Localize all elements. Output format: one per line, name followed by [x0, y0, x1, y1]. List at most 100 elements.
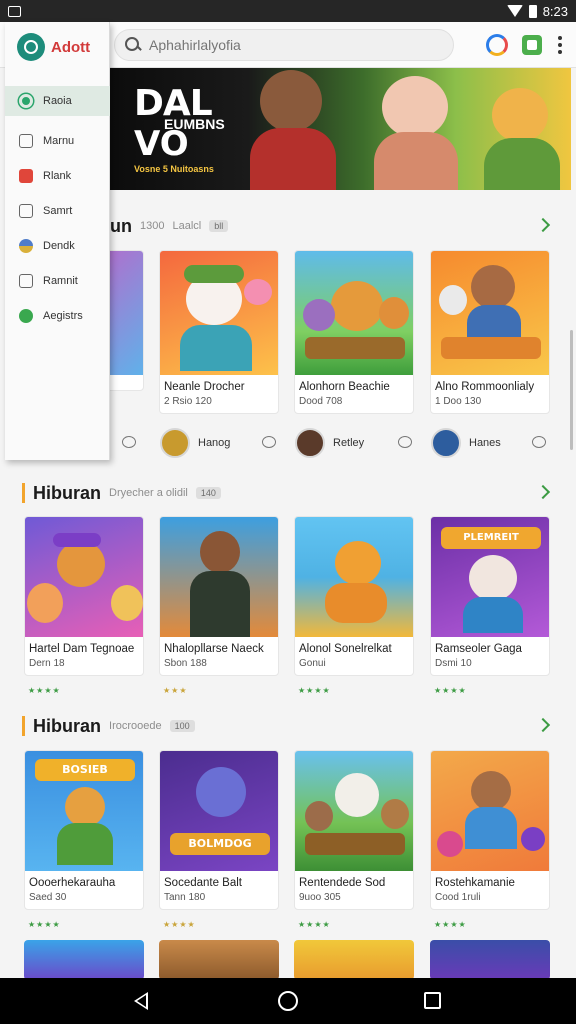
search-input[interactable]: [149, 37, 429, 53]
drawer-item-calendar[interactable]: Ramnit: [5, 266, 110, 296]
game-card[interactable]: [430, 940, 550, 980]
recent-apps-icon[interactable]: [424, 992, 441, 1009]
account-swirl-icon[interactable]: [486, 34, 508, 56]
scrollbar[interactable]: [570, 330, 573, 450]
drawer-item-label: Marnu: [43, 135, 75, 147]
drawer-item-label: Ramnit: [43, 275, 78, 287]
search-bar[interactable]: [114, 29, 454, 61]
home-button-icon[interactable]: [278, 991, 298, 1011]
drawer-item-explore[interactable]: Dendk: [5, 231, 110, 261]
bell-icon: [19, 134, 33, 148]
game-title: Alonhorn Beachie: [299, 381, 390, 393]
game-card[interactable]: Neanle Drocher 2 Rsio 120: [159, 250, 279, 414]
banner-character-dog: [492, 88, 548, 142]
game-title: Alonol Sonelrelkat: [299, 643, 392, 655]
section-accent-bar: [22, 483, 25, 503]
section-meta: 1300: [140, 220, 165, 232]
game-title: Alno Rommoonlialy: [435, 381, 535, 393]
drawer-item-label: Samrt: [43, 205, 73, 217]
globe-icon: [19, 239, 33, 253]
banner-character-boy-body: [250, 128, 336, 190]
banner-character-dog-body: [484, 138, 560, 190]
game-thumbnail: BOSIEB: [25, 751, 143, 871]
game-title: Oooerhekarauha: [29, 877, 116, 889]
game-card[interactable]: Hartel Dam Tegnoae Dern 18: [24, 516, 144, 676]
game-card[interactable]: Alonhorn Beachie Dood 708: [294, 250, 414, 414]
system-navigation-bar: [0, 978, 576, 1024]
gift-icon: [19, 169, 33, 183]
creator-name: Hanog: [198, 437, 231, 449]
game-subtitle: Saed 30: [29, 892, 67, 903]
back-icon[interactable]: [134, 992, 148, 1010]
home-icon: [19, 94, 33, 108]
banner-character-bear: [382, 76, 448, 138]
game-card[interactable]: Rentendede Sod 9uoo 305: [294, 750, 414, 910]
more-options-icon[interactable]: [556, 36, 564, 54]
app-brand: Adott: [51, 38, 91, 56]
drawer-item-rewards[interactable]: Rlank: [5, 161, 110, 191]
section-title: un: [110, 215, 132, 236]
game-title: Neanle Drocher: [164, 381, 245, 393]
game-subtitle: Dsmi 10: [435, 658, 472, 669]
drawer-item-watch[interactable]: Samrt: [5, 196, 110, 226]
section-more-arrow-icon[interactable]: [535, 217, 551, 233]
drawer-item-label: Aegistrs: [43, 310, 83, 322]
creator-name: Hanes: [469, 437, 501, 449]
game-subtitle: 1 Doo 130: [435, 396, 482, 407]
game-card[interactable]: Alno Rommoonlialy 1 Doo 130: [430, 250, 550, 414]
game-card[interactable]: Alonol Sonelrelkat Gonui: [294, 516, 414, 676]
game-subtitle: Dern 18: [29, 658, 65, 669]
game-subtitle: Cood 1ruli: [435, 892, 481, 903]
banner-tagline: Vosne 5 Nuitoasns: [134, 164, 214, 174]
section-more-arrow-icon[interactable]: [535, 484, 551, 500]
chat-bubble-icon[interactable]: [262, 436, 276, 448]
rating-stars: ★★★★: [434, 686, 467, 695]
section-more-arrow-icon[interactable]: [535, 717, 551, 733]
chat-bubble-icon[interactable]: [122, 436, 136, 448]
game-card[interactable]: BOSIEB Oooerhekarauha Saed 30: [24, 750, 144, 910]
avatar: [431, 428, 461, 458]
rating-stars: ★★★★: [163, 920, 196, 929]
chat-bubble-icon[interactable]: [398, 436, 412, 448]
game-thumbnail: [430, 940, 550, 980]
game-thumbnail: [295, 251, 413, 375]
creator[interactable]: Hanog: [160, 428, 230, 458]
game-title: Nhalopllarse Naeck: [164, 643, 264, 655]
calendar-icon: [19, 274, 33, 288]
game-card[interactable]: Rostehkamanie Cood 1ruli: [430, 750, 550, 910]
game-subtitle: Sbon 188: [164, 658, 207, 669]
rating-stars: ★★★★: [434, 920, 467, 929]
game-card[interactable]: BOLMDOG Socedante Balt Tann 180: [159, 750, 279, 910]
game-thumbnail: [431, 751, 549, 871]
game-title: Hartel Dam Tegnoae: [29, 643, 135, 655]
screen: 8:23 DAL EUMBNS VO Vosne 5 Nuitoasns un …: [0, 0, 576, 1024]
drawer-item-notifications[interactable]: Marnu: [5, 126, 110, 156]
game-card[interactable]: Nhalopllarse Naeck Sbon 188: [159, 516, 279, 676]
game-thumbnail: [160, 251, 278, 375]
game-subtitle: 2 Rsio 120: [164, 396, 212, 407]
avatar: [160, 428, 190, 458]
game-card[interactable]: [24, 940, 144, 980]
drawer-item-home[interactable]: Raoia: [5, 86, 110, 116]
game-card[interactable]: PLEMREIT Ramseoler Gaga Dsmi 10: [430, 516, 550, 676]
hero-banner[interactable]: DAL EUMBNS VO Vosne 5 Nuitoasns: [110, 68, 571, 190]
game-thumbnail: BOLMDOG: [160, 751, 278, 871]
game-card[interactable]: [159, 940, 279, 980]
section-tag: bll: [209, 220, 229, 232]
game-subtitle: 9uoo 305: [299, 892, 341, 903]
chat-bubble-icon[interactable]: [532, 436, 546, 448]
game-subtitle: Gonui: [299, 658, 326, 669]
game-art-title: BOSIEB: [35, 759, 135, 781]
navigation-drawer: Adott Raoia Marnu Rlank Samrt Dendk Ramn…: [5, 22, 110, 460]
creator[interactable]: Hanes: [431, 428, 501, 458]
apps-icon[interactable]: [522, 35, 542, 55]
section-meta-2: Laalcl: [172, 220, 202, 232]
drawer-item-register[interactable]: Aegistrs: [5, 301, 110, 331]
game-subtitle: Dood 708: [299, 396, 343, 407]
game-card[interactable]: [294, 940, 414, 980]
creator[interactable]: Retley: [295, 428, 364, 458]
rating-stars: ★★★★: [28, 920, 61, 929]
game-art-title: BOLMDOG: [170, 833, 270, 855]
game-title: Ramseoler Gaga: [435, 643, 522, 655]
game-thumbnail: [295, 517, 413, 637]
